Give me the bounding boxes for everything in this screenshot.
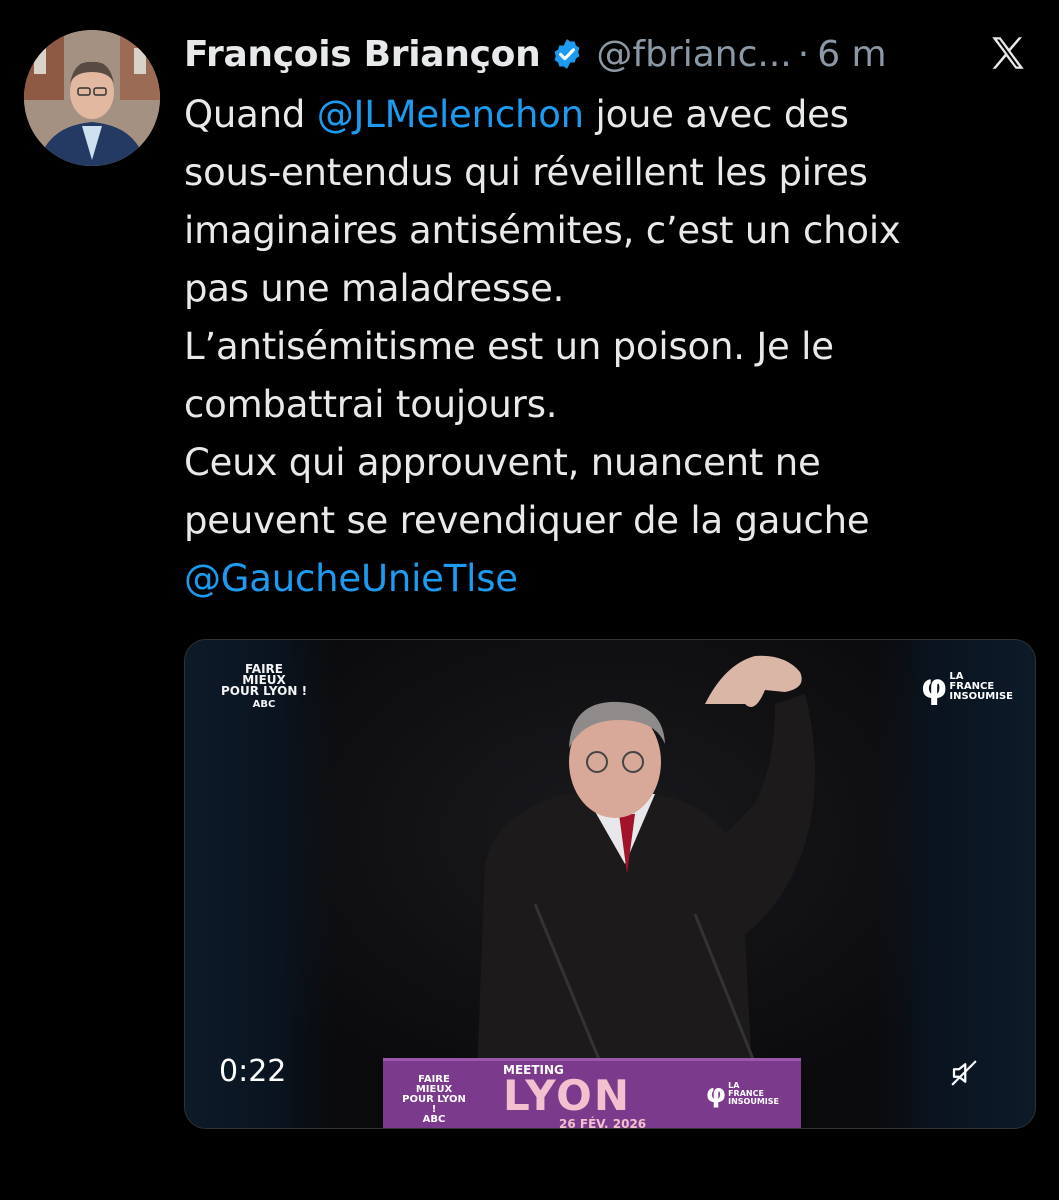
verified-badge-icon	[554, 39, 580, 69]
speaker-figure	[475, 655, 815, 1128]
tweet-text-fragment: joue avec des	[583, 93, 849, 136]
podium-party-logo: φ LA FRANCE INSOUMISE	[706, 1081, 779, 1107]
tweet-line: peuvent se revendiquer de la gauche	[184, 499, 870, 542]
event-logo-line: POUR LYON !	[220, 684, 308, 698]
avatar-photo	[24, 30, 160, 166]
tweet-line: @GaucheUnieTlse	[184, 550, 1034, 608]
podium: FAIRE MIEUX POUR LYON ! ABC MEETING LYON…	[383, 1058, 801, 1129]
event-logo-line: ABC	[252, 699, 276, 710]
podium-party-line: INSOUMISE	[728, 1097, 779, 1106]
podium-event-logo: FAIRE MIEUX POUR LYON ! ABC	[399, 1075, 469, 1125]
party-logo: φ LA FRANCE INSOUMISE	[921, 670, 1013, 704]
mention-link[interactable]: @JLMelenchon	[317, 93, 584, 136]
tweet-text: Quand @JLMelenchon joue avec des sous-en…	[184, 86, 1034, 608]
tweet-text-fragment: Quand	[184, 93, 317, 136]
tweet-line: sous-entendus qui réveillent les pires	[184, 151, 868, 194]
separator-dot: ·	[797, 33, 810, 75]
tweet-line: L’antisémitisme est un poison. Je le	[184, 325, 834, 368]
author-handle[interactable]: @fbrianc...	[596, 34, 791, 75]
tweet-header: François Briançon @fbrianc... · 6 m	[184, 26, 1035, 82]
video-duration: 0:22	[219, 1054, 287, 1089]
tweet-time[interactable]: 6 m	[817, 34, 886, 75]
mention-link[interactable]: @GaucheUnieTlse	[184, 557, 518, 600]
author-name[interactable]: François Briançon	[184, 34, 541, 75]
podium-logo-line: POUR LYON !	[402, 1094, 466, 1115]
event-logo: FAIRE MIEUX POUR LYON ! ABC	[209, 663, 319, 710]
x-logo-icon	[992, 37, 1024, 69]
podium-logo-line: ABC	[422, 1114, 446, 1125]
party-logo-text: LA FRANCE INSOUMISE	[949, 672, 1013, 702]
podium-party-text: LA FRANCE INSOUMISE	[728, 1082, 779, 1106]
party-logo-symbol: φ	[920, 667, 948, 707]
muted-speaker-icon[interactable]	[949, 1058, 979, 1088]
tweet-line: Quand @JLMelenchon joue avec des	[184, 86, 1034, 144]
party-logo-line: INSOUMISE	[949, 691, 1013, 702]
podium-party-symbol: φ	[705, 1079, 727, 1109]
tweet-line: combattrai toujours.	[184, 383, 558, 426]
stage-curtain-right	[875, 640, 1035, 1128]
podium-city: LYON	[503, 1071, 631, 1120]
tweet-line: imaginaires antisémites, c’est un choix	[184, 209, 901, 252]
video-player[interactable]: FAIRE MIEUX POUR LYON ! ABC φ LA FRANCE …	[184, 639, 1036, 1129]
avatar[interactable]	[24, 30, 160, 166]
tweet-line: Ceux qui approuvent, nuancent ne	[184, 441, 821, 484]
tweet-line: pas une maladresse.	[184, 267, 565, 310]
podium-date: 26 FÉV. 2026	[559, 1117, 647, 1129]
